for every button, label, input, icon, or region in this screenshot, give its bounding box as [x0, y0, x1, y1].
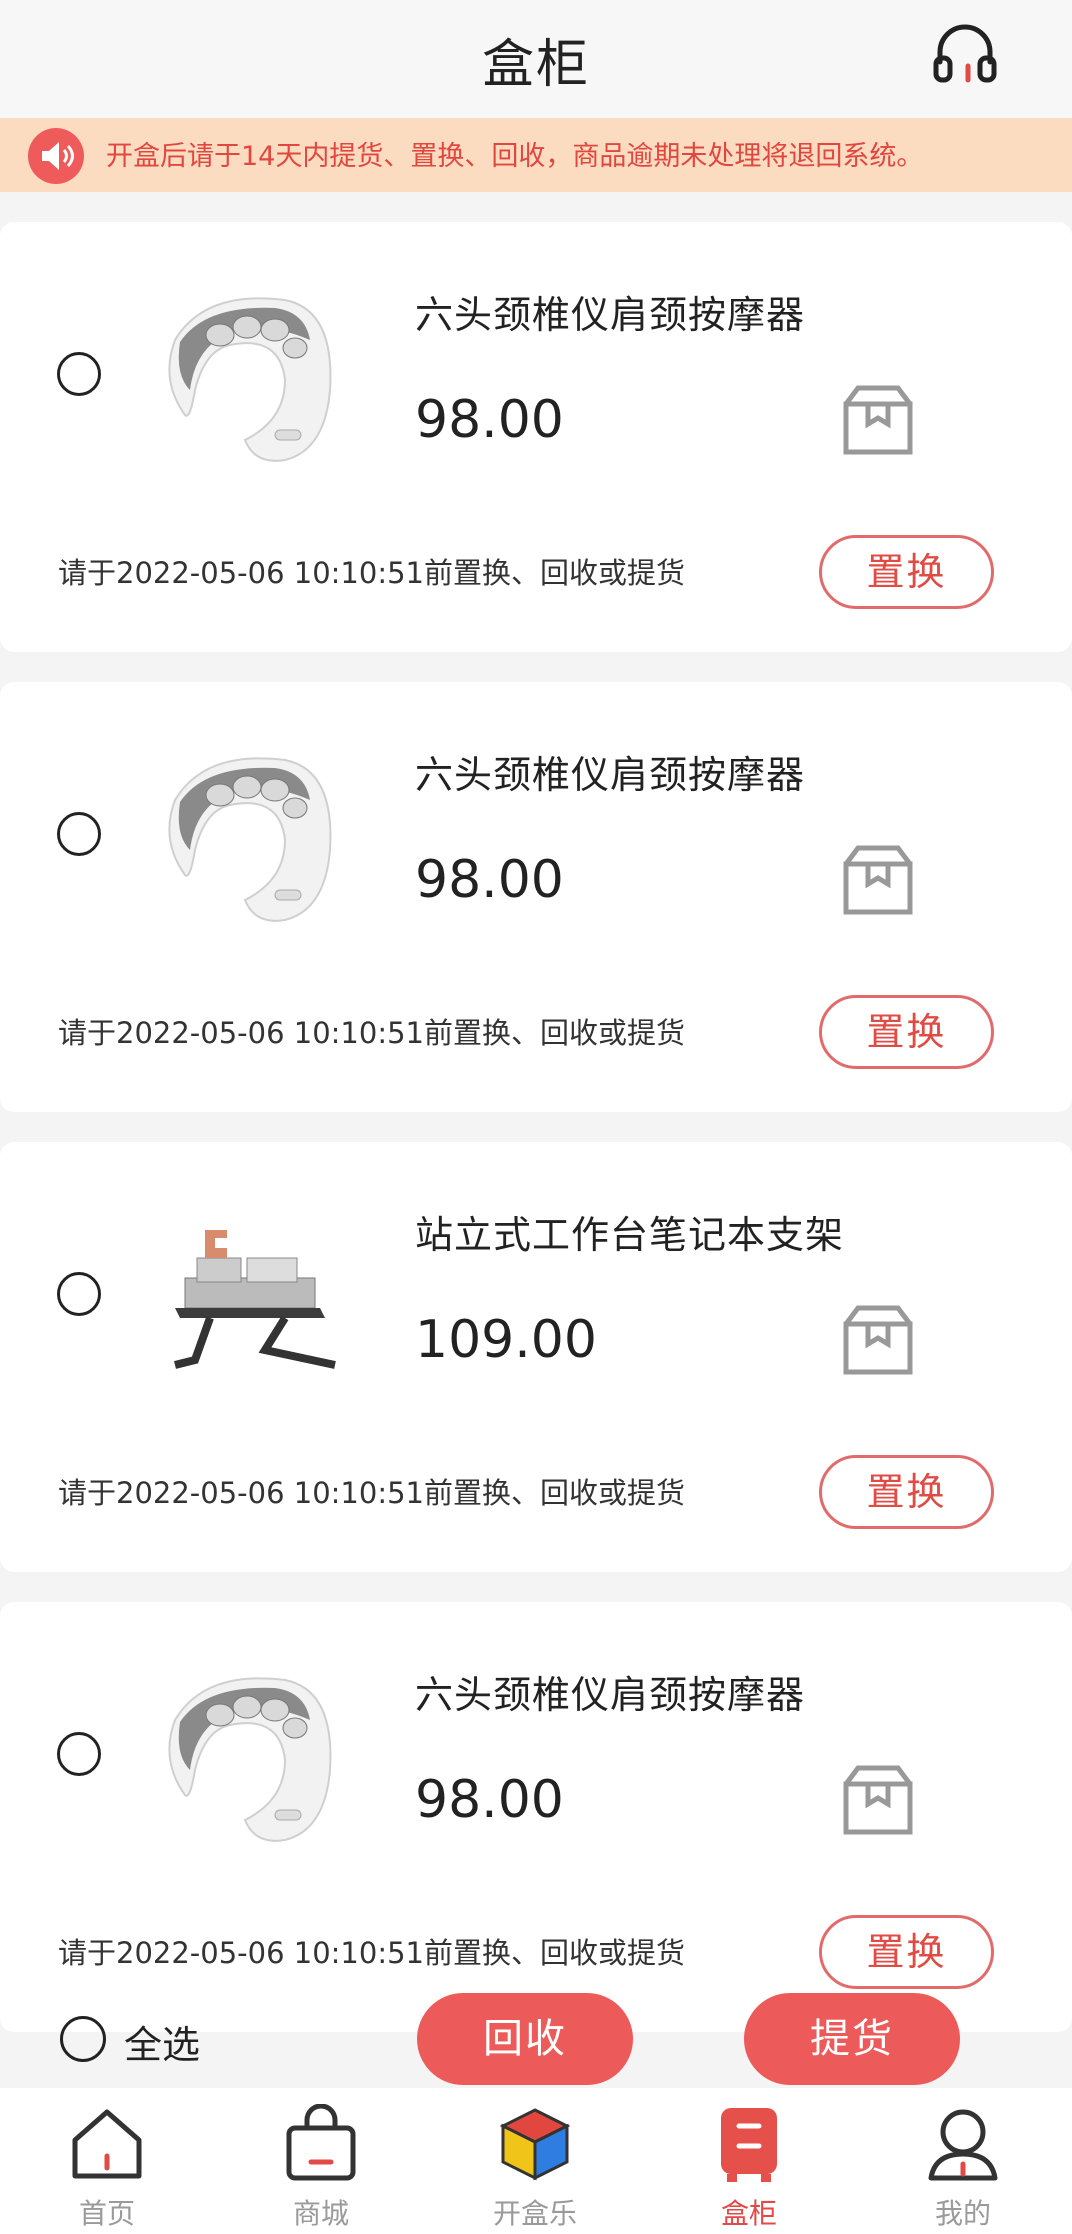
swap-button[interactable]: 置换 — [819, 995, 994, 1069]
user-icon — [928, 2109, 998, 2181]
deadline-text: 请于2022-05-06 10:10:51前置换、回收或提货 — [58, 1936, 685, 1970]
select-all-label[interactable]: 全选 — [124, 2014, 200, 2069]
product-name: 站立式工作台笔记本支架 — [415, 1213, 845, 1257]
neck-massager-image — [168, 297, 332, 462]
tab-open-box[interactable]: 开盒乐 — [428, 2088, 642, 2234]
tab-label: 商城 — [292, 2197, 349, 2230]
tab-locker[interactable]: 盒柜 — [642, 2088, 856, 2234]
product-price: 98.00 — [415, 850, 564, 910]
deadline-text: 请于2022-05-06 10:10:51前置换、回收或提货 — [58, 1016, 685, 1050]
locker-item-card: 六头颈椎仪肩颈按摩器 98.00 请于2022-05-06 10:10:51前置… — [0, 222, 1072, 652]
shopping-bag-icon — [286, 2104, 356, 2181]
product-price: 109.00 — [415, 1310, 597, 1370]
deadline-text: 请于2022-05-06 10:10:51前置换、回收或提货 — [58, 1476, 685, 1510]
tab-label: 盒柜 — [720, 2197, 777, 2230]
notice-banner: 开盒后请于14天内提货、置换、回收，商品逾期未处理将退回系统。 — [0, 118, 1072, 192]
tab-mine[interactable]: 我的 — [856, 2088, 1070, 2234]
select-all-radio[interactable] — [60, 2016, 106, 2062]
header: 盒柜 — [0, 0, 1072, 118]
locker-icon — [721, 2108, 777, 2182]
locker-item-card: 站立式工作台笔记本支架 109.00 请于2022-05-06 10:10:51… — [0, 1142, 1072, 1572]
tab-mall[interactable]: 商城 — [214, 2088, 428, 2234]
pickup-button[interactable]: 提货 — [744, 1993, 960, 2085]
deadline-text: 请于2022-05-06 10:10:51前置换、回收或提货 — [58, 556, 685, 590]
neck-massager-image — [168, 757, 332, 922]
product-name: 六头颈椎仪肩颈按摩器 — [415, 753, 806, 797]
speaker-icon — [28, 128, 84, 184]
bottom-tab-bar: 首页 商城 开盒乐 盒柜 我的 — [0, 2088, 1072, 2234]
locker-item-card: 六头颈椎仪肩颈按摩器 98.00 请于2022-05-06 10:10:51前置… — [0, 1602, 1072, 2032]
tab-label: 首页 — [78, 2197, 135, 2230]
item-select-radio[interactable] — [57, 1732, 101, 1776]
tab-home[interactable]: 首页 — [0, 2088, 214, 2234]
recycle-button[interactable]: 回收 — [417, 1993, 633, 2085]
item-select-radio[interactable] — [57, 1272, 101, 1316]
neck-massager-image — [168, 1677, 332, 1842]
cube-icon — [499, 2108, 571, 2181]
locker-item-card: 六头颈椎仪肩颈按摩器 98.00 请于2022-05-06 10:10:51前置… — [0, 682, 1072, 1112]
tab-label: 我的 — [934, 2197, 991, 2230]
laptop-stand-image — [174, 1230, 336, 1369]
swap-button[interactable]: 置换 — [819, 535, 994, 609]
item-select-radio[interactable] — [57, 352, 101, 396]
package-icon[interactable] — [840, 382, 916, 458]
notice-text: 开盒后请于14天内提货、置换、回收，商品逾期未处理将退回系统。 — [106, 141, 924, 172]
headset-icon[interactable] — [930, 20, 1000, 90]
product-price: 98.00 — [415, 1770, 564, 1830]
product-price: 98.00 — [415, 390, 564, 450]
tab-label: 开盒乐 — [492, 2197, 577, 2230]
bulk-action-bar: 全选 回收 提货 — [0, 1978, 1072, 2088]
product-name: 六头颈椎仪肩颈按摩器 — [415, 1673, 806, 1717]
page-title: 盒柜 — [481, 35, 590, 95]
package-icon[interactable] — [840, 1762, 916, 1838]
swap-button[interactable]: 置换 — [819, 1455, 994, 1529]
item-select-radio[interactable] — [57, 812, 101, 856]
package-icon[interactable] — [840, 842, 916, 918]
home-icon — [72, 2109, 142, 2179]
package-icon[interactable] — [840, 1302, 916, 1378]
product-name: 六头颈椎仪肩颈按摩器 — [415, 293, 806, 337]
